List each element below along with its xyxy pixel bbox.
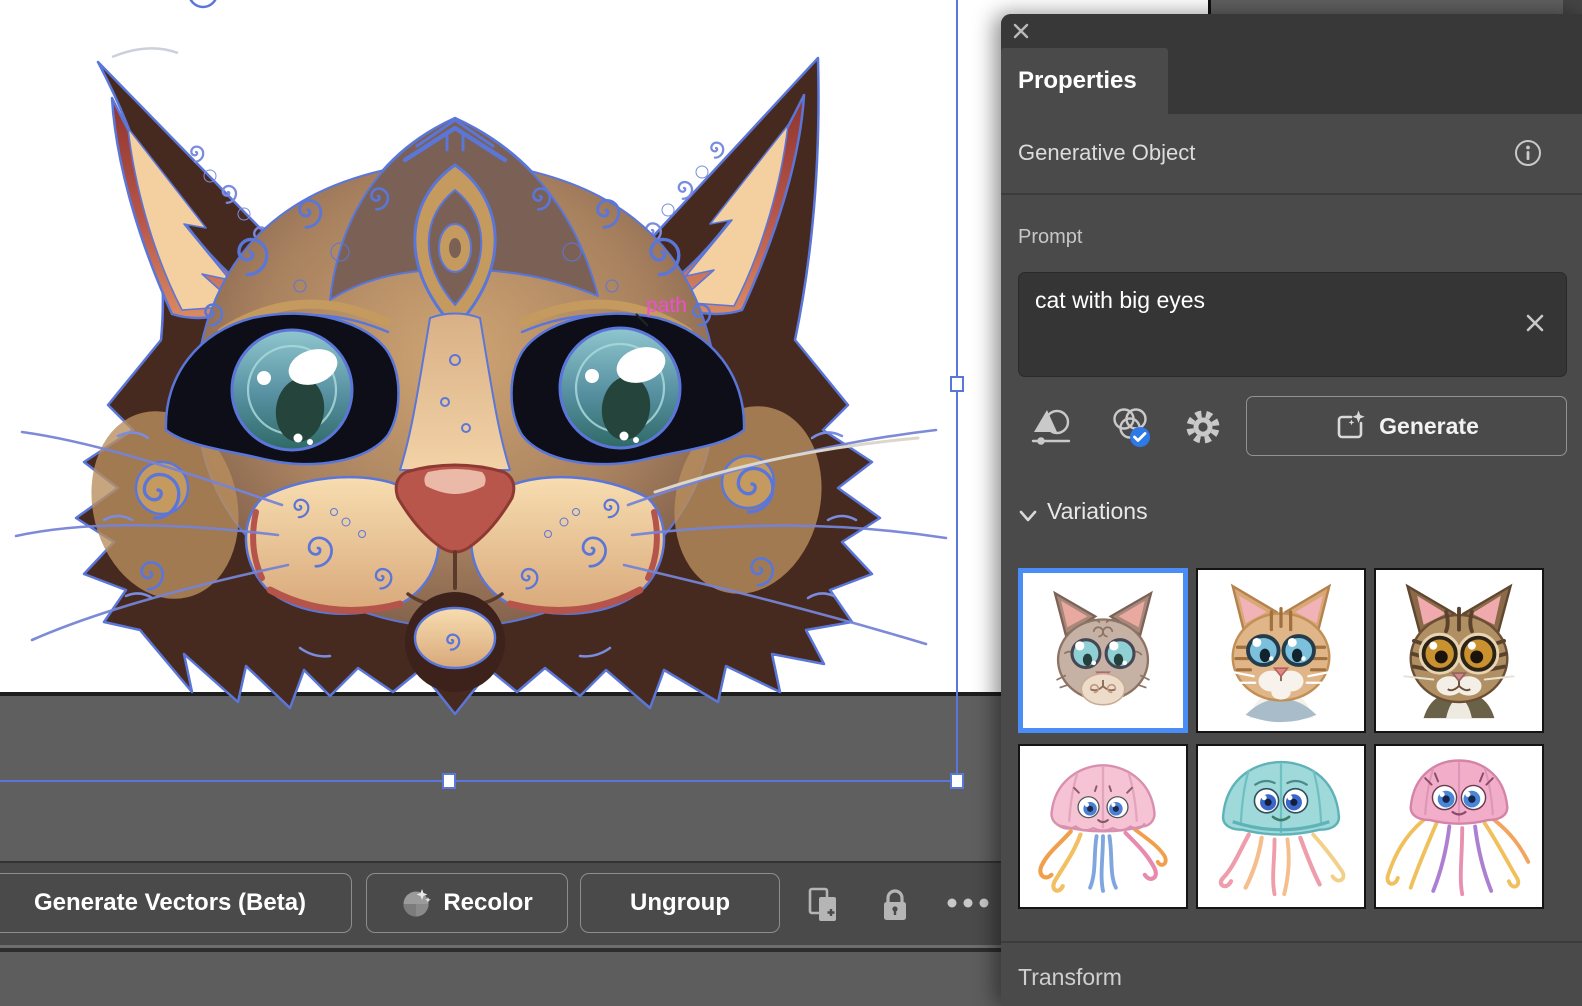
- pink-yellow-jellyfish-image: [1378, 746, 1540, 907]
- prompt-value: cat with big eyes: [1035, 287, 1206, 313]
- generate-vectors-label: Generate Vectors (Beta): [33, 889, 307, 916]
- illustrator-workspace: path Generate Vectors (Beta) Recolor Ung…: [0, 0, 1582, 1006]
- ungroup-button[interactable]: Ungroup: [580, 873, 780, 933]
- tab-properties[interactable]: Properties: [1001, 48, 1168, 114]
- more-options-icon[interactable]: [944, 895, 992, 911]
- variations-title: Variations: [1047, 498, 1148, 524]
- object-type-label: Generative Object: [1018, 140, 1196, 165]
- properties-panel: Properties Generative Object Prompt cat …: [1001, 14, 1582, 1006]
- ungroup-label: Ungroup: [630, 889, 730, 916]
- ornate-cat-image: [1025, 573, 1181, 728]
- variation-thumbnail-ornate-cat[interactable]: [1018, 568, 1188, 733]
- recolor-button[interactable]: Recolor: [366, 873, 568, 933]
- style-reference-icon[interactable]: [1028, 404, 1074, 450]
- cat-artwork[interactable]: [14, 56, 948, 716]
- section-divider: [1001, 193, 1582, 195]
- prompt-input[interactable]: cat with big eyes: [1018, 272, 1567, 377]
- teal-jellyfish-image: [1200, 746, 1362, 907]
- variation-thumbnail-pink-jellyfish[interactable]: [1018, 744, 1188, 909]
- transform-title: Transform: [1018, 964, 1122, 990]
- variation-thumbnail-pink-yellow-jellyfish[interactable]: [1374, 744, 1544, 909]
- prompt-label: Prompt: [1018, 226, 1083, 248]
- anchor-point-circle[interactable]: [189, 0, 217, 9]
- recolor-label: Recolor: [443, 889, 533, 916]
- contextual-task-bar: Generate Vectors (Beta) Recolor Ungroup: [0, 863, 1001, 945]
- variation-thumbnail-teal-jellyfish[interactable]: [1196, 744, 1366, 909]
- selection-handle-right-middle[interactable]: [950, 376, 964, 392]
- variation-thumbnail-sandy-tabby[interactable]: [1196, 568, 1366, 733]
- panel-header: [1001, 14, 1582, 48]
- variation-thumbnail-brown-tabby[interactable]: [1374, 568, 1544, 733]
- canvas-artwork-layer: path: [0, 0, 964, 789]
- chevron-down-icon[interactable]: [1018, 509, 1038, 524]
- smart-guide-path-label: path: [646, 294, 687, 317]
- sandy-tabby-image: [1200, 570, 1362, 731]
- lock-icon[interactable]: [876, 887, 914, 923]
- transform-divider: [1001, 941, 1582, 943]
- docked-panel-strip-dark: [1563, 0, 1582, 14]
- docked-panel-strip: [1208, 0, 1582, 14]
- selection-handle-bottom-center[interactable]: [442, 773, 456, 789]
- recolor-icon: [403, 889, 432, 917]
- pink-jellyfish-image: [1022, 746, 1184, 907]
- generate-label: Generate: [1379, 412, 1479, 439]
- settings-gear-icon[interactable]: [1180, 404, 1226, 450]
- prompt-clear-icon[interactable]: [1521, 309, 1549, 337]
- brown-tabby-image: [1378, 570, 1540, 731]
- generate-vectors-button[interactable]: Generate Vectors (Beta): [0, 873, 352, 933]
- stray-hair: [111, 47, 179, 59]
- info-icon[interactable]: [1513, 138, 1543, 168]
- duplicate-icon[interactable]: [806, 887, 844, 923]
- generate-button[interactable]: Generate: [1246, 396, 1567, 456]
- generate-sparkle-icon: [1337, 410, 1365, 439]
- selection-handle-bottom-right[interactable]: [950, 773, 964, 789]
- color-harmony-check-icon[interactable]: [1108, 404, 1154, 450]
- close-icon[interactable]: [1011, 21, 1031, 41]
- panel-tab-bar: Properties: [1001, 48, 1582, 114]
